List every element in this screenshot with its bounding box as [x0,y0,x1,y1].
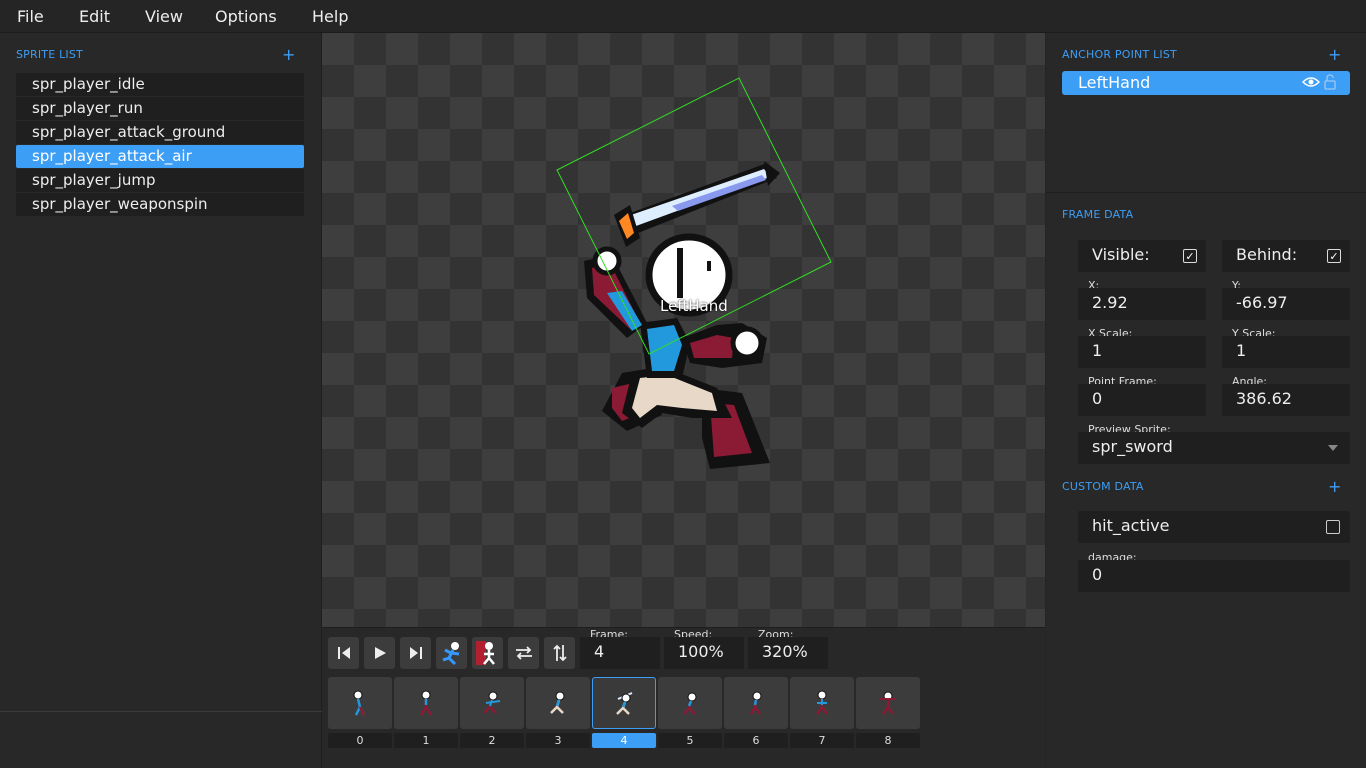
point-frame-input[interactable]: 0 [1078,384,1206,416]
frame-preview-icon [683,692,697,715]
anchor-point-list: ANCHOR POINT LIST + LeftHand [1046,33,1366,193]
frame-number[interactable]: 7 [790,733,854,748]
add-sprite-button[interactable]: + [282,47,295,63]
hit-active-checkbox[interactable] [1326,520,1340,534]
swap-horizontal-icon [515,646,532,660]
frame-data-title: FRAME DATA [1062,208,1134,221]
frame-number[interactable]: 2 [460,733,524,748]
frame-number[interactable]: 6 [724,733,788,748]
menu-bar: File Edit View Options Help [0,0,1366,33]
onion-skin-button[interactable] [472,637,503,669]
panel-divider [0,711,322,712]
frame-number[interactable]: 0 [328,733,392,748]
add-custom-data-button[interactable]: + [1328,479,1341,495]
sprite-item-weaponspin[interactable]: spr_player_weaponspin [16,193,304,216]
frame-number[interactable]: 3 [526,733,590,748]
frame-thumbnail[interactable] [790,677,854,729]
behind-label: Behind: [1236,245,1298,264]
sprite-item-run[interactable]: spr_player_run [16,97,304,120]
anchor-item-label: LeftHand [1078,73,1151,92]
frame-preview-icon [483,691,501,714]
frame-number[interactable]: 5 [658,733,722,748]
preview-sprite-select[interactable]: spr_sword [1078,432,1350,464]
anchor-list-title: ANCHOR POINT LIST [1062,48,1177,61]
play-icon [374,647,386,659]
frame-thumbnail[interactable] [658,677,722,729]
properties-panel: ANCHOR POINT LIST + LeftHand FRAME DATA … [1046,33,1366,768]
flip-horizontal-button[interactable] [508,637,539,669]
x-input[interactable]: 2.92 [1078,288,1206,320]
step-back-button[interactable] [328,637,359,669]
sprite-item-jump[interactable]: spr_player_jump [16,169,304,192]
angle-input[interactable]: 386.62 [1222,384,1350,416]
sprite-item-idle[interactable]: spr_player_idle [16,73,304,96]
eye-icon[interactable] [1302,75,1320,89]
anchor-point-label[interactable]: LeftHand [660,297,728,315]
add-anchor-button[interactable]: + [1328,47,1341,63]
frame-thumbnail[interactable] [460,677,524,729]
y-input[interactable]: -66.97 [1222,288,1350,320]
running-preview-button[interactable] [436,637,467,669]
frame-number-selected[interactable]: 4 [592,733,656,748]
step-back-icon [337,647,350,659]
frame-preview-icon [880,691,896,715]
frame-number[interactable]: 1 [394,733,458,748]
sprite-view [556,77,832,469]
player-sprite [584,233,770,469]
unlock-icon[interactable] [1324,74,1336,90]
behind-checkbox[interactable]: ✓ [1327,249,1341,263]
menu-view[interactable]: View [145,7,183,26]
frame-thumbnail[interactable] [856,677,920,729]
frame-thumbnail[interactable] [526,677,590,729]
frame-preview-icon [815,690,829,715]
sprite-item-attack-air[interactable]: spr_player_attack_air [16,145,304,168]
yscale-input[interactable]: 1 [1222,336,1350,368]
visible-checkbox[interactable]: ✓ [1183,249,1197,263]
anchor-item-lefthand[interactable]: LeftHand [1062,71,1350,95]
hit-active-label: hit_active [1092,516,1170,535]
frame-preview-icon [353,690,366,716]
swap-vertical-icon [552,644,567,662]
frame-preview-icon [749,691,762,715]
sword-sprite [614,161,780,247]
menu-file[interactable]: File [17,7,44,26]
frame-preview-icon [616,692,633,715]
zoom-input[interactable]: 320% [748,637,828,669]
running-figure-icon [442,642,459,666]
menu-options[interactable]: Options [215,7,277,26]
playback-bar: Frame: 4 Speed: 100% Zoom: 320% 0 1 2 3 … [322,627,1045,768]
play-button[interactable] [364,637,395,669]
menu-help[interactable]: Help [312,7,348,26]
frame-input[interactable]: 4 [580,637,660,669]
speed-input[interactable]: 100% [664,637,744,669]
sprite-canvas[interactable]: LeftHand [322,33,1045,627]
frame-thumbnail[interactable] [394,677,458,729]
step-forward-icon [409,647,422,659]
visible-label: Visible: [1092,245,1150,264]
frame-thumbnail-selected[interactable] [592,677,656,729]
xscale-input[interactable]: 1 [1078,336,1206,368]
frame-thumbnail[interactable] [724,677,788,729]
frame-preview-icon [550,691,565,714]
custom-data-title: CUSTOM DATA [1062,480,1144,493]
preview-sprite-value: spr_sword [1092,437,1173,456]
chevron-down-icon [1328,445,1338,451]
menu-edit[interactable]: Edit [79,7,110,26]
visible-toggle[interactable]: Visible: ✓ [1078,240,1206,272]
sprite-list-title: SPRITE LIST [16,48,83,61]
frame-number[interactable]: 8 [856,733,920,748]
frame-preview-icon [419,690,433,716]
onion-skin-icon [475,641,495,665]
behind-toggle[interactable]: Behind: ✓ [1222,240,1350,272]
hit-active-toggle[interactable]: hit_active [1078,511,1350,543]
sprite-list-panel: SPRITE LIST + spr_player_idle spr_player… [0,33,322,768]
damage-input[interactable]: 0 [1078,560,1350,592]
sprite-item-attack-ground[interactable]: spr_player_attack_ground [16,121,304,144]
flip-vertical-button[interactable] [544,637,575,669]
frame-thumbnail[interactable] [328,677,392,729]
step-forward-button[interactable] [400,637,431,669]
